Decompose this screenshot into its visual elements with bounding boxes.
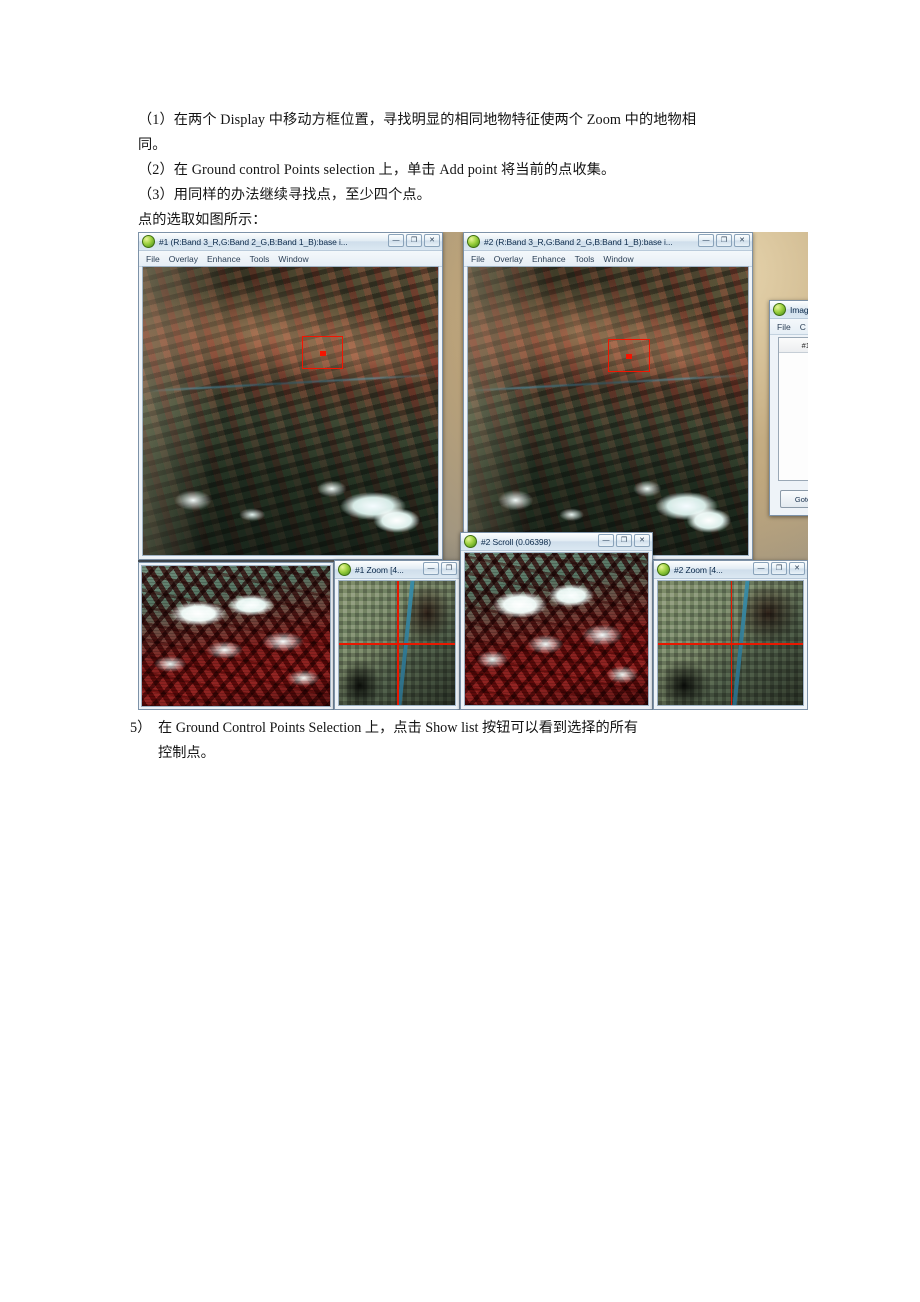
window-controls-zoom-2[interactable]: — ❐ ✕ [753,562,805,575]
menu-item-enhance[interactable]: Enhance [532,254,566,264]
crosshair-vertical [730,581,733,705]
river-feature [143,373,438,393]
minimize-button[interactable]: — [598,534,614,547]
window-display-2[interactable]: #2 (R:Band 3_R,G:Band 2_G,B:Band 1_B):ba… [463,232,753,560]
close-button[interactable]: ✕ [734,234,750,247]
window-scroll-2[interactable]: #2 Scroll (0.06398) — ❐ ✕ [460,532,653,710]
window-title-zoom-1: #1 Zoom [4... [355,564,404,575]
minimize-button[interactable]: — [423,562,439,575]
menubar-image-dialog[interactable]: File C [770,319,808,335]
erdas-globe-icon [142,235,155,248]
menu-item-enhance[interactable]: Enhance [207,254,241,264]
point-list-header: #1+ [779,338,808,353]
minimize-button[interactable]: — [698,234,714,247]
image-canvas-display-2[interactable] [467,266,749,556]
menu-item-tools[interactable]: Tools [575,254,595,264]
menu-item-window[interactable]: Window [278,254,308,264]
paragraph-3: （3）用同样的办法继续寻找点，至少四个点。 [138,187,431,203]
titlebar-image-dialog[interactable]: Imag [770,301,808,319]
window-controls-zoom-1[interactable]: — ❐ [423,562,457,575]
menu-item-file[interactable]: File [146,254,160,264]
erdas-globe-icon [657,563,670,576]
paragraph-1: （1）在两个 Display 中移动方框位置，寻找明显的相同地物特征使两个 Zo… [138,112,697,128]
window-image-dialog[interactable]: Imag File C #1+ Goto [769,300,808,516]
erdas-globe-icon [338,563,351,576]
menu-item-tools[interactable]: Tools [250,254,270,264]
window-display-1[interactable]: #1 (R:Band 3_R,G:Band 2_G,B:Band 1_B):ba… [138,232,443,560]
river-feature [468,374,748,393]
close-button[interactable]: ✕ [424,234,440,247]
window-zoom-1[interactable]: #1 Zoom [4... — ❐ [334,560,460,710]
menubar-display-2[interactable]: File Overlay Enhance Tools Window [464,251,752,267]
selection-center-marker [626,353,632,359]
menu-item-file[interactable]: File [471,254,485,264]
erdas-globe-icon [464,535,477,548]
image-canvas-zoom-2[interactable] [657,580,804,706]
footer-list-number: 5） [130,720,152,736]
goto-button[interactable]: Goto [780,490,808,508]
titlebar-scroll-2[interactable]: #2 Scroll (0.06398) — ❐ ✕ [461,533,652,551]
crosshair-vertical [397,581,399,705]
footer-line-2: 控制点。 [158,745,215,761]
window-title-display-1: #1 (R:Band 3_R,G:Band 2_G,B:Band 1_B):ba… [159,236,348,247]
window-controls-display-2[interactable]: — ❐ ✕ [698,234,750,247]
maximize-button[interactable]: ❐ [616,534,632,547]
menu-item-overlay[interactable]: Overlay [494,254,523,264]
maximize-button[interactable]: ❐ [716,234,732,247]
window-controls-display-1[interactable]: — ❐ ✕ [388,234,440,247]
window-scroll-1[interactable] [138,562,334,710]
window-title-display-2: #2 (R:Band 3_R,G:Band 2_G,B:Band 1_B):ba… [484,236,673,247]
titlebar-zoom-2[interactable]: #2 Zoom [4... — ❐ ✕ [654,561,807,579]
window-title-zoom-2: #2 Zoom [4... [674,564,723,575]
satellite-imagery [468,267,748,555]
satellite-imagery-snow [465,553,648,705]
image-canvas-display-1[interactable] [142,266,439,556]
point-list[interactable]: #1+ [778,337,808,481]
window-controls-scroll-2[interactable]: — ❐ ✕ [598,534,650,547]
window-title-image-dialog: Imag [790,304,808,315]
maximize-button[interactable]: ❐ [441,562,457,575]
menubar-display-1[interactable]: File Overlay Enhance Tools Window [139,251,442,267]
minimize-button[interactable]: — [388,234,404,247]
menu-item-c[interactable]: C [800,322,806,332]
footer-line-1: 在 Ground Control Points Selection 上，点击 S… [158,720,639,736]
erdas-globe-icon [773,303,786,316]
close-button[interactable]: ✕ [634,534,650,547]
satellite-imagery [143,267,438,555]
image-canvas-scroll-2[interactable] [464,552,649,706]
image-canvas-zoom-1[interactable] [338,580,456,706]
erdas-screenshot-figure: #1 (R:Band 3_R,G:Band 2_G,B:Band 1_B):ba… [138,232,808,710]
titlebar-display-1[interactable]: #1 (R:Band 3_R,G:Band 2_G,B:Band 1_B):ba… [139,233,442,251]
menu-item-file[interactable]: File [777,322,791,332]
menu-item-window[interactable]: Window [603,254,633,264]
window-title-scroll-2: #2 Scroll (0.06398) [481,536,551,547]
footer-text-block: 5） 在 Ground Control Points Selection 上，点… [130,716,816,766]
document-page: （1）在两个 Display 中移动方框位置，寻找明显的相同地物特征使两个 Zo… [0,0,920,1302]
image-canvas-scroll-1[interactable] [141,565,331,707]
paragraph-4: 点的选取如图所示： [138,212,267,228]
paragraph-2: （2）在 Ground control Points selection 上，单… [138,162,616,178]
selection-box[interactable] [608,339,650,372]
instruction-text-block: （1）在两个 Display 中移动方框位置，寻找明显的相同地物特征使两个 Zo… [138,108,806,233]
selection-box[interactable] [302,336,344,370]
window-zoom-2[interactable]: #2 Zoom [4... — ❐ ✕ [653,560,808,710]
titlebar-zoom-1[interactable]: #1 Zoom [4... — ❐ [335,561,459,579]
menu-item-overlay[interactable]: Overlay [169,254,198,264]
titlebar-display-2[interactable]: #2 (R:Band 3_R,G:Band 2_G,B:Band 1_B):ba… [464,233,752,251]
satellite-imagery-snow [142,566,330,706]
selection-center-marker [319,350,326,356]
close-button[interactable]: ✕ [789,562,805,575]
paragraph-1-cont: 同。 [138,137,167,153]
minimize-button[interactable]: — [753,562,769,575]
erdas-globe-icon [467,235,480,248]
maximize-button[interactable]: ❐ [406,234,422,247]
maximize-button[interactable]: ❐ [771,562,787,575]
